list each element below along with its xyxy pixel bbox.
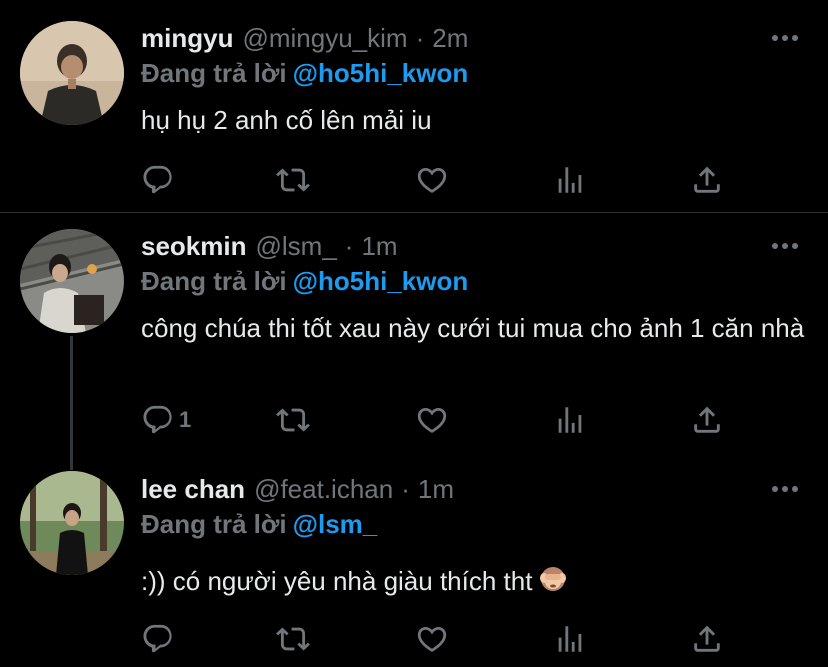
timestamp[interactable]: 1m	[418, 474, 454, 504]
see-no-evil-monkey-icon	[538, 564, 568, 603]
timestamp[interactable]: 1m	[361, 231, 397, 261]
separator-dot: ·	[401, 474, 410, 504]
tweet-text: hụ hụ 2 anh cố lên mải iu	[141, 105, 432, 135]
replying-to-label: Đang trả lời	[141, 266, 287, 296]
analytics-icon	[553, 622, 587, 656]
analytics-button[interactable]	[553, 402, 587, 438]
reply-mention-link[interactable]: @lsm_	[293, 509, 378, 539]
replying-to: Đang trả lời @ho5hi_kwon	[141, 58, 468, 88]
retweet-button[interactable]	[276, 162, 310, 198]
more-icon[interactable]	[772, 34, 798, 42]
tweet-lee-chan[interactable]: lee chan @feat.ichan · 1m Đang trả lời @l…	[0, 463, 828, 667]
reply-button[interactable]: 1	[141, 402, 191, 438]
tweet-mingyu[interactable]: mingyu @mingyu_kim · 2m Đang trả lời @ho5…	[0, 0, 828, 212]
replying-to: Đang trả lời @ho5hi_kwon	[141, 266, 468, 296]
share-icon	[690, 403, 724, 437]
tweet-text-container: :)) có người yêu nhà giàu thích tht	[141, 563, 811, 603]
reply-icon	[141, 163, 175, 197]
analytics-icon	[553, 163, 587, 197]
separator-dot: ·	[415, 23, 425, 53]
more-icon[interactable]	[772, 485, 798, 493]
analytics-button[interactable]	[553, 621, 587, 657]
share-button[interactable]	[690, 402, 724, 438]
replying-to-label: Đang trả lời	[141, 58, 287, 88]
avatar[interactable]	[20, 21, 124, 125]
share-button[interactable]	[690, 162, 724, 198]
reply-count: 1	[179, 407, 192, 432]
replying-to: Đang trả lời @lsm_	[141, 509, 377, 539]
analytics-button[interactable]	[553, 162, 587, 198]
like-button[interactable]	[415, 621, 449, 657]
reply-button[interactable]	[141, 621, 179, 657]
retweet-button[interactable]	[276, 621, 310, 657]
share-icon	[690, 163, 724, 197]
retweet-button[interactable]	[276, 402, 310, 438]
analytics-icon	[553, 403, 587, 437]
share-icon	[690, 622, 724, 656]
tweet-text: :)) có người yêu nhà giàu thích tht	[141, 566, 533, 596]
avatar[interactable]	[20, 229, 124, 333]
retweet-icon	[276, 622, 310, 656]
reply-mention-link[interactable]: @ho5hi_kwon	[293, 266, 469, 296]
more-icon[interactable]	[772, 242, 798, 250]
reply-mention-link[interactable]: @ho5hi_kwon	[293, 58, 469, 88]
thread-connector-line	[70, 336, 73, 470]
action-bar	[141, 621, 741, 657]
like-icon	[415, 403, 449, 437]
separator-dot: ·	[344, 231, 354, 261]
user-name[interactable]: seokmin	[141, 231, 247, 261]
tweet-text: công chúa thi tốt xau này cưới tui mua c…	[141, 313, 805, 343]
retweet-icon	[276, 403, 310, 437]
tweet-header: seokmin @lsm_ · 1m	[141, 231, 398, 261]
like-button[interactable]	[415, 162, 449, 198]
action-bar	[141, 162, 741, 198]
timestamp[interactable]: 2m	[432, 23, 468, 53]
action-bar: 1	[141, 402, 741, 438]
user-handle[interactable]: @mingyu_kim	[242, 23, 407, 53]
avatar[interactable]	[20, 471, 124, 575]
like-icon	[415, 163, 449, 197]
user-name[interactable]: mingyu	[141, 23, 233, 53]
like-button[interactable]	[415, 402, 449, 438]
tweet-seokmin[interactable]: seokmin @lsm_ · 1m Đang trả lời @ho5hi_kw…	[0, 213, 828, 463]
reply-icon	[141, 622, 175, 656]
tweet-header: mingyu @mingyu_kim · 2m	[141, 23, 468, 53]
reply-button[interactable]	[141, 162, 179, 198]
reply-icon	[141, 403, 175, 437]
user-handle[interactable]: @feat.ichan	[254, 474, 393, 504]
replying-to-label: Đang trả lời	[141, 509, 287, 539]
user-handle[interactable]: @lsm_	[256, 231, 337, 261]
tweet-header: lee chan @feat.ichan · 1m	[141, 474, 454, 504]
user-name[interactable]: lee chan	[141, 474, 245, 504]
like-icon	[415, 622, 449, 656]
share-button[interactable]	[690, 621, 724, 657]
retweet-icon	[276, 163, 310, 197]
